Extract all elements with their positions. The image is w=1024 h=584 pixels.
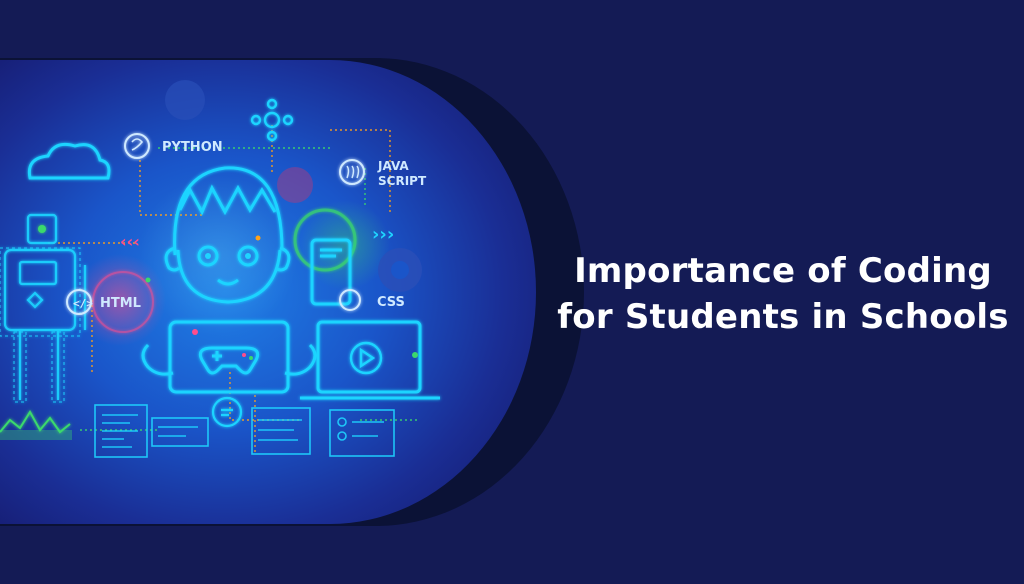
java-label-line2: SCRIPT — [378, 174, 427, 188]
java-label-line1: JAVA — [377, 159, 409, 173]
svg-text:</>: </> — [73, 297, 93, 310]
banner: PYTHON JAVA SCRIPT ‹‹‹ ››› </> HTML CSS … — [0, 0, 1024, 584]
headline-line-2: for Students in Schools — [557, 297, 1009, 337]
chevrons-icon: ‹‹‹ — [120, 232, 140, 251]
python-label: PYTHON — [162, 140, 223, 155]
headline-line-1: Importance of Coding — [574, 251, 992, 291]
headline: Importance of Coding for Students in Sch… — [548, 248, 1018, 340]
css-label: CSS — [377, 295, 405, 310]
html-label: HTML — [100, 296, 141, 311]
chevrons-icon-right: ››› — [372, 224, 394, 245]
